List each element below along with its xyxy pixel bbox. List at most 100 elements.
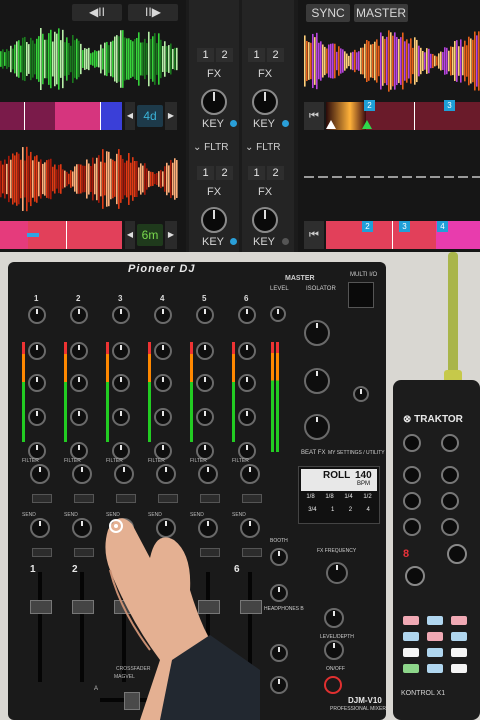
fx-unit-1-button[interactable]: 1	[197, 48, 214, 62]
x1-knob[interactable]	[403, 434, 421, 452]
deck-c-waveform[interactable]	[304, 30, 480, 92]
x1-pad[interactable]	[403, 632, 419, 641]
booth-knob[interactable]	[270, 548, 288, 566]
master-button[interactable]: MASTER	[354, 4, 408, 22]
level-depth-knob[interactable]	[324, 640, 344, 660]
x1-browse-encoder[interactable]	[405, 566, 425, 586]
loop-size-decrease-button[interactable]: ◀	[125, 102, 135, 130]
x1-pad[interactable]	[427, 648, 443, 657]
channel-eq-knob[interactable]	[70, 306, 88, 324]
send-knob[interactable]	[30, 518, 50, 538]
isolator-mid-knob[interactable]	[304, 368, 330, 394]
channel-eq-knob[interactable]	[196, 374, 214, 392]
channel-eq-knob[interactable]	[196, 306, 214, 324]
fx-unit-1-button[interactable]: 1	[248, 48, 265, 62]
channel-eq-knob[interactable]	[238, 374, 256, 392]
cue-button[interactable]	[32, 548, 52, 557]
headphones-b-level-knob[interactable]	[270, 676, 288, 694]
deck-a-waveform[interactable]	[0, 26, 178, 92]
x1-pad[interactable]	[427, 664, 443, 673]
fx-channel-select-knob[interactable]	[324, 608, 344, 628]
x1-pad[interactable]	[451, 648, 467, 657]
loop-size-decrease-button[interactable]: ◀	[125, 221, 135, 249]
x1-pad[interactable]	[451, 664, 467, 673]
channel-eq-knob[interactable]	[28, 408, 46, 426]
headphones-level-knob[interactable]	[270, 584, 288, 602]
beat-fx-assign-button[interactable]	[74, 494, 94, 503]
beat-fx-assign-button[interactable]	[116, 494, 136, 503]
cue-marker[interactable]: 3	[399, 221, 410, 232]
loop-size-increase-button[interactable]: ▶	[165, 221, 177, 249]
fx-on-off-button[interactable]	[324, 676, 342, 694]
deck-c-overview-strip[interactable]	[326, 102, 480, 130]
x1-knob[interactable]	[441, 466, 459, 484]
filter-knob[interactable]	[156, 464, 176, 484]
isolator-hi-knob[interactable]	[304, 320, 330, 346]
channel-eq-knob[interactable]	[112, 374, 130, 392]
filter-knob[interactable]	[198, 464, 218, 484]
key-knob[interactable]	[201, 207, 227, 233]
channel-eq-knob[interactable]	[154, 306, 172, 324]
x1-pad[interactable]	[403, 648, 419, 657]
channel-eq-knob[interactable]	[70, 374, 88, 392]
fx-unit-2-button[interactable]: 2	[267, 166, 284, 180]
key-knob[interactable]	[201, 89, 227, 115]
channel-eq-knob[interactable]	[154, 374, 172, 392]
loop-size-badge[interactable]: 4d	[137, 105, 163, 127]
prev-beat-button[interactable]: ◀II	[72, 4, 122, 21]
filter-knob[interactable]	[30, 464, 50, 484]
channel-eq-knob[interactable]	[112, 306, 130, 324]
channel-eq-knob[interactable]	[154, 342, 172, 360]
x1-pad[interactable]	[427, 632, 443, 641]
x1-knob[interactable]	[441, 518, 459, 536]
deck-a-overview-strip[interactable]	[0, 102, 122, 130]
channel-eq-knob[interactable]	[70, 342, 88, 360]
isolator-low-knob[interactable]	[304, 414, 330, 440]
filter-toggle[interactable]: ⌄ FLTR	[193, 142, 228, 153]
channel-eq-knob[interactable]	[196, 408, 214, 426]
channel-eq-knob[interactable]	[28, 374, 46, 392]
fx-unit-2-button[interactable]: 2	[267, 48, 284, 62]
loop-size-badge[interactable]: 6m	[137, 224, 163, 246]
home-cue-button[interactable]: ⏮	[304, 102, 324, 130]
channel-eq-knob[interactable]	[154, 408, 172, 426]
channel-eq-knob[interactable]	[112, 408, 130, 426]
next-beat-button[interactable]: II▶	[128, 4, 178, 21]
cue-marker[interactable]: 2	[364, 100, 375, 111]
channel-eq-knob[interactable]	[112, 342, 130, 360]
key-knob[interactable]	[252, 207, 278, 233]
filter-knob[interactable]	[114, 464, 134, 484]
filter-toggle[interactable]: ⌄ FLTR	[245, 142, 280, 153]
channel-eq-knob[interactable]	[238, 342, 256, 360]
x1-pad[interactable]	[403, 616, 419, 625]
beat-fx-assign-button[interactable]	[200, 494, 220, 503]
headphones-mix-knob[interactable]	[270, 644, 288, 662]
x1-knob[interactable]	[403, 518, 421, 536]
beat-fx-assign-button[interactable]	[32, 494, 52, 503]
key-knob[interactable]	[252, 89, 278, 115]
beat-fx-assign-button[interactable]	[158, 494, 178, 503]
x1-knob[interactable]	[403, 492, 421, 510]
fx-select-knob[interactable]	[326, 562, 348, 584]
x1-loop-encoder[interactable]	[447, 544, 467, 564]
deck-b-waveform[interactable]	[0, 146, 178, 212]
fx-unit-2-button[interactable]: 2	[216, 166, 233, 180]
fx-unit-1-button[interactable]: 1	[197, 166, 214, 180]
channel-eq-knob[interactable]	[28, 342, 46, 360]
x1-pad[interactable]	[427, 616, 443, 625]
usb-port[interactable]	[348, 282, 374, 308]
level-knob[interactable]	[353, 386, 369, 402]
send-knob[interactable]	[72, 518, 92, 538]
channel-fader[interactable]	[72, 600, 94, 614]
cue-marker[interactable]: 2	[362, 221, 373, 232]
beat-fx-assign-button[interactable]	[242, 494, 262, 503]
cue-button[interactable]	[74, 548, 94, 557]
filter-knob[interactable]	[72, 464, 92, 484]
deck-b-overview-strip[interactable]	[0, 221, 122, 249]
cue-marker[interactable]: 3	[444, 100, 455, 111]
loop-size-increase-button[interactable]: ▶	[165, 102, 177, 130]
x1-knob[interactable]	[441, 434, 459, 452]
channel-eq-knob[interactable]	[28, 306, 46, 324]
x1-pad[interactable]	[403, 664, 419, 673]
x1-pad[interactable]	[451, 616, 467, 625]
